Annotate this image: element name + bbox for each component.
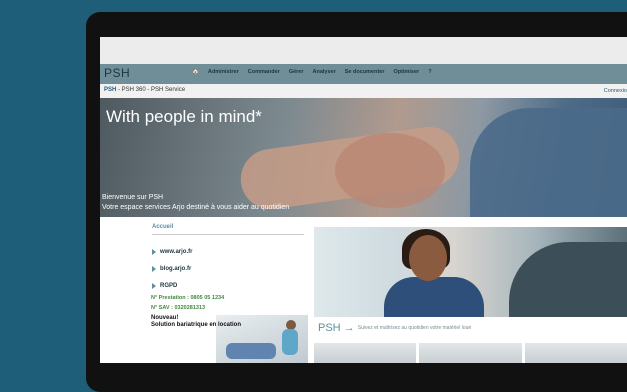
promo-text: Nouveau! Solution bariatrique en locatio… — [151, 315, 241, 329]
psh-name: PSH — [318, 322, 341, 334]
promo-new: Nouveau! — [151, 315, 179, 321]
woman-shirt — [384, 277, 484, 317]
tagline: Suivez et maîtrisez au quotidien votre m… — [357, 325, 472, 332]
divider — [152, 234, 304, 235]
hero-hand — [335, 133, 445, 208]
promo-title: Solution bariatrique en location — [151, 322, 242, 328]
menu-optimiser[interactable]: Optimiser — [394, 69, 420, 75]
woman-face — [409, 235, 447, 281]
main-content: PSH → Suivez et maîtrisez au quotidien v… — [314, 227, 627, 363]
menu-commander[interactable]: Commander — [248, 69, 280, 75]
hero-title: With people in mind* — [106, 107, 262, 126]
breadcrumb-bar: PSH - PSH 360 - PSH Service Connexio — [100, 84, 627, 99]
breadcrumb-trail: - PSH 360 - PSH Service — [116, 87, 186, 93]
hero-welcome: Bienvenue sur PSH Votre espace services … — [102, 193, 289, 213]
man-silhouette — [509, 242, 627, 317]
hero-banner: With people in mind* Bienvenue sur PSH V… — [100, 98, 627, 217]
connexion-link[interactable]: Connexio — [604, 88, 627, 94]
sidebar: Accueil www.arjo.fr blog.arjo.fr RGPD N°… — [148, 220, 308, 363]
sav-number: N° SAV : 0320281313 — [151, 305, 206, 311]
menu-help[interactable]: ? — [428, 69, 431, 75]
chevron-right-icon — [152, 249, 156, 255]
link-label: RGPD — [160, 283, 178, 289]
chevron-right-icon — [152, 266, 156, 272]
main-photo — [314, 227, 627, 317]
thumbnail[interactable] — [314, 343, 417, 363]
top-navigation: PSH 🏠 Administrer Commander Gérer Analys… — [100, 64, 627, 84]
thumbnail[interactable] — [419, 343, 522, 363]
screen: PSH 🏠 Administrer Commander Gérer Analys… — [100, 37, 627, 363]
link-rgpd[interactable]: RGPD — [152, 283, 177, 289]
home-icon[interactable]: 🏠 — [192, 69, 199, 75]
promo-card[interactable]: Nouveau! Solution bariatrique en locatio… — [151, 315, 308, 363]
link-label: blog.arjo.fr — [160, 266, 192, 272]
bed-shape — [226, 343, 276, 359]
prestation-number: N° Prestation : 0805 05 1234 — [151, 295, 225, 301]
browser-toolbar — [100, 37, 627, 65]
thumbnail[interactable] — [524, 343, 627, 363]
breadcrumb: PSH - PSH 360 - PSH Service — [104, 87, 185, 93]
link-arjo[interactable]: www.arjo.fr — [152, 249, 192, 255]
link-label: www.arjo.fr — [160, 249, 193, 255]
main-menu: 🏠 Administrer Commander Gérer Analyser S… — [192, 69, 432, 75]
nurse-body — [282, 329, 298, 355]
welcome-text: Bienvenue sur PSH — [102, 194, 164, 201]
thumbnail-row — [314, 343, 627, 363]
psh-logo[interactable]: PSH — [104, 66, 130, 80]
menu-se-documenter[interactable]: Se documenter — [345, 69, 385, 75]
menu-analyser[interactable]: Analyser — [313, 69, 336, 75]
breadcrumb-brand[interactable]: PSH — [104, 87, 116, 93]
link-blog[interactable]: blog.arjo.fr — [152, 266, 191, 272]
sidebar-heading[interactable]: Accueil — [152, 224, 173, 230]
menu-administrer[interactable]: Administrer — [208, 69, 239, 75]
chevron-right-icon — [152, 283, 156, 289]
menu-gerer[interactable]: Gérer — [289, 69, 304, 75]
psh-tagline: PSH → Suivez et maîtrisez au quotidien v… — [318, 322, 472, 334]
hero-sleeve — [470, 108, 627, 217]
welcome-subtitle: Votre espace services Arjo destiné à vou… — [102, 204, 290, 211]
